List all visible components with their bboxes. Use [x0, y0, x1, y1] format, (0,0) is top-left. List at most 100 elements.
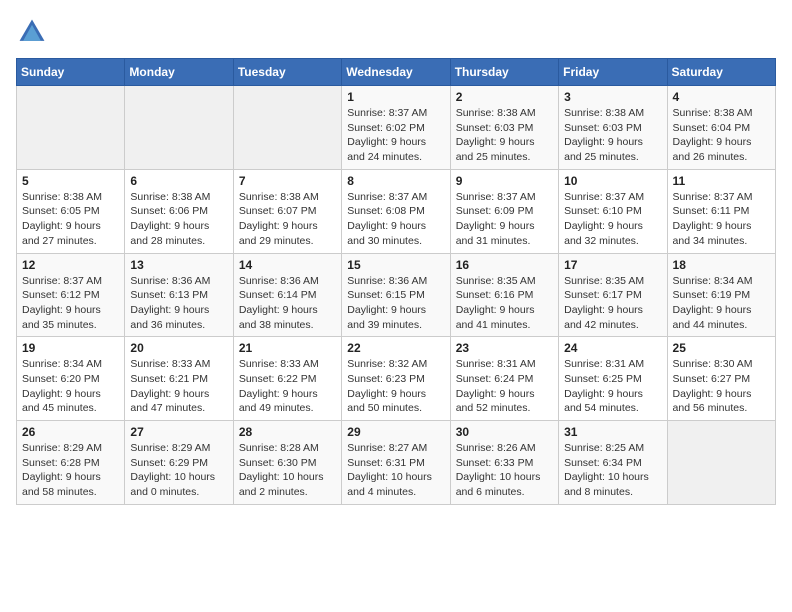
day-info: Sunrise: 8:35 AMSunset: 6:17 PMDaylight:… — [564, 274, 661, 333]
day-info: Sunrise: 8:38 AMSunset: 6:06 PMDaylight:… — [130, 190, 227, 249]
day-number: 1 — [347, 90, 444, 104]
day-number: 21 — [239, 341, 336, 355]
weekday-header-wednesday: Wednesday — [342, 59, 450, 86]
day-cell — [17, 86, 125, 170]
day-info: Sunrise: 8:33 AMSunset: 6:21 PMDaylight:… — [130, 357, 227, 416]
day-cell: 3 Sunrise: 8:38 AMSunset: 6:03 PMDaylight… — [559, 86, 667, 170]
day-cell: 10Sunrise: 8:37 AMSunset: 6:10 PMDayligh… — [559, 169, 667, 253]
week-row-1: 1Sunrise: 8:37 AMSunset: 6:02 PMDaylight… — [17, 86, 776, 170]
day-info: Sunrise: 8:36 AMSunset: 6:14 PMDaylight:… — [239, 274, 336, 333]
day-info: Sunrise: 8:36 AMSunset: 6:15 PMDaylight:… — [347, 274, 444, 333]
day-number: 12 — [22, 258, 119, 272]
day-cell: 25Sunrise: 8:30 AMSunset: 6:27 PMDayligh… — [667, 337, 775, 421]
day-number: 15 — [347, 258, 444, 272]
day-cell: 31 Sunrise: 8:25 AMSunset: 6:34 PMDayligh… — [559, 421, 667, 505]
week-row-3: 12 Sunrise: 8:37 AMSunset: 6:12 PMDayligh… — [17, 253, 776, 337]
day-number: 26 — [22, 425, 119, 439]
week-row-4: 19 Sunrise: 8:34 AMSunset: 6:20 PMDayligh… — [17, 337, 776, 421]
day-number: 17 — [564, 258, 661, 272]
weekday-header-thursday: Thursday — [450, 59, 558, 86]
day-info: Sunrise: 8:37 AMSunset: 6:10 PMDaylight:… — [564, 190, 661, 249]
day-number: 29 — [347, 425, 444, 439]
week-row-5: 26Sunrise: 8:29 AMSunset: 6:28 PMDayligh… — [17, 421, 776, 505]
day-cell: 20 Sunrise: 8:33 AMSunset: 6:21 PMDayligh… — [125, 337, 233, 421]
day-info: Sunrise: 8:30 AMSunset: 6:27 PMDaylight:… — [673, 357, 770, 416]
day-info: Sunrise: 8:38 AMSunset: 6:07 PMDaylight:… — [239, 190, 336, 249]
day-info: Sunrise: 8:35 AMSunset: 6:16 PMDaylight:… — [456, 274, 553, 333]
calendar-body: 1Sunrise: 8:37 AMSunset: 6:02 PMDaylight… — [17, 86, 776, 505]
day-cell — [233, 86, 341, 170]
day-cell: 24 Sunrise: 8:31 AMSunset: 6:25 PMDayligh… — [559, 337, 667, 421]
weekday-header-tuesday: Tuesday — [233, 59, 341, 86]
day-cell: 16Sunrise: 8:35 AMSunset: 6:16 PMDayligh… — [450, 253, 558, 337]
day-cell: 8 Sunrise: 8:37 AMSunset: 6:08 PMDaylight… — [342, 169, 450, 253]
day-info: Sunrise: 8:37 AMSunset: 6:11 PMDaylight:… — [673, 190, 770, 249]
day-info: Sunrise: 8:38 AMSunset: 6:05 PMDaylight:… — [22, 190, 119, 249]
week-row-2: 5 Sunrise: 8:38 AMSunset: 6:05 PMDaylight… — [17, 169, 776, 253]
day-number: 23 — [456, 341, 553, 355]
day-cell — [125, 86, 233, 170]
day-cell: 27 Sunrise: 8:29 AMSunset: 6:29 PMDayligh… — [125, 421, 233, 505]
day-number: 30 — [456, 425, 553, 439]
day-cell: 13Sunrise: 8:36 AMSunset: 6:13 PMDayligh… — [125, 253, 233, 337]
weekday-row: SundayMondayTuesdayWednesdayThursdayFrid… — [17, 59, 776, 86]
weekday-header-friday: Friday — [559, 59, 667, 86]
day-number: 20 — [130, 341, 227, 355]
day-info: Sunrise: 8:31 AMSunset: 6:25 PMDaylight:… — [564, 357, 661, 416]
day-cell: 21 Sunrise: 8:33 AMSunset: 6:22 PMDayligh… — [233, 337, 341, 421]
day-number: 4 — [673, 90, 770, 104]
day-number: 19 — [22, 341, 119, 355]
day-cell: 29 Sunrise: 8:27 AMSunset: 6:31 PMDayligh… — [342, 421, 450, 505]
day-cell: 9 Sunrise: 8:37 AMSunset: 6:09 PMDaylight… — [450, 169, 558, 253]
day-cell: 7 Sunrise: 8:38 AMSunset: 6:07 PMDaylight… — [233, 169, 341, 253]
weekday-header-monday: Monday — [125, 59, 233, 86]
day-cell: 14Sunrise: 8:36 AMSunset: 6:14 PMDayligh… — [233, 253, 341, 337]
day-number: 2 — [456, 90, 553, 104]
day-info: Sunrise: 8:27 AMSunset: 6:31 PMDaylight:… — [347, 441, 444, 500]
day-info: Sunrise: 8:34 AMSunset: 6:20 PMDaylight:… — [22, 357, 119, 416]
day-number: 7 — [239, 174, 336, 188]
day-number: 9 — [456, 174, 553, 188]
day-cell: 19 Sunrise: 8:34 AMSunset: 6:20 PMDayligh… — [17, 337, 125, 421]
day-cell: 22 Sunrise: 8:32 AMSunset: 6:23 PMDayligh… — [342, 337, 450, 421]
day-number: 28 — [239, 425, 336, 439]
day-number: 18 — [673, 258, 770, 272]
day-number: 5 — [22, 174, 119, 188]
day-cell: 1Sunrise: 8:37 AMSunset: 6:02 PMDaylight… — [342, 86, 450, 170]
day-info: Sunrise: 8:32 AMSunset: 6:23 PMDaylight:… — [347, 357, 444, 416]
day-info: Sunrise: 8:37 AMSunset: 6:09 PMDaylight:… — [456, 190, 553, 249]
day-cell: 12 Sunrise: 8:37 AMSunset: 6:12 PMDayligh… — [17, 253, 125, 337]
day-info: Sunrise: 8:28 AMSunset: 6:30 PMDaylight:… — [239, 441, 336, 500]
day-info: Sunrise: 8:31 AMSunset: 6:24 PMDaylight:… — [456, 357, 553, 416]
logo — [16, 16, 52, 48]
day-cell: 4 Sunrise: 8:38 AMSunset: 6:04 PMDaylight… — [667, 86, 775, 170]
day-info: Sunrise: 8:25 AMSunset: 6:34 PMDaylight:… — [564, 441, 661, 500]
day-info: Sunrise: 8:37 AMSunset: 6:08 PMDaylight:… — [347, 190, 444, 249]
day-number: 3 — [564, 90, 661, 104]
calendar-header: SundayMondayTuesdayWednesdayThursdayFrid… — [17, 59, 776, 86]
day-cell: 18 Sunrise: 8:34 AMSunset: 6:19 PMDayligh… — [667, 253, 775, 337]
day-number: 22 — [347, 341, 444, 355]
day-number: 8 — [347, 174, 444, 188]
day-cell: 6 Sunrise: 8:38 AMSunset: 6:06 PMDaylight… — [125, 169, 233, 253]
day-info: Sunrise: 8:38 AMSunset: 6:04 PMDaylight:… — [673, 106, 770, 165]
day-info: Sunrise: 8:26 AMSunset: 6:33 PMDaylight:… — [456, 441, 553, 500]
weekday-header-sunday: Sunday — [17, 59, 125, 86]
day-number: 27 — [130, 425, 227, 439]
weekday-header-saturday: Saturday — [667, 59, 775, 86]
day-info: Sunrise: 8:36 AMSunset: 6:13 PMDaylight:… — [130, 274, 227, 333]
day-cell: 28 Sunrise: 8:28 AMSunset: 6:30 PMDayligh… — [233, 421, 341, 505]
day-info: Sunrise: 8:37 AMSunset: 6:12 PMDaylight:… — [22, 274, 119, 333]
day-number: 31 — [564, 425, 661, 439]
day-cell: 30 Sunrise: 8:26 AMSunset: 6:33 PMDayligh… — [450, 421, 558, 505]
page-header — [16, 16, 776, 48]
day-info: Sunrise: 8:38 AMSunset: 6:03 PMDaylight:… — [564, 106, 661, 165]
day-info: Sunrise: 8:34 AMSunset: 6:19 PMDaylight:… — [673, 274, 770, 333]
day-info: Sunrise: 8:29 AMSunset: 6:29 PMDaylight:… — [130, 441, 227, 500]
day-number: 24 — [564, 341, 661, 355]
day-info: Sunrise: 8:38 AMSunset: 6:03 PMDaylight:… — [456, 106, 553, 165]
day-info: Sunrise: 8:33 AMSunset: 6:22 PMDaylight:… — [239, 357, 336, 416]
day-cell: 5 Sunrise: 8:38 AMSunset: 6:05 PMDaylight… — [17, 169, 125, 253]
day-number: 6 — [130, 174, 227, 188]
day-cell: 17 Sunrise: 8:35 AMSunset: 6:17 PMDayligh… — [559, 253, 667, 337]
